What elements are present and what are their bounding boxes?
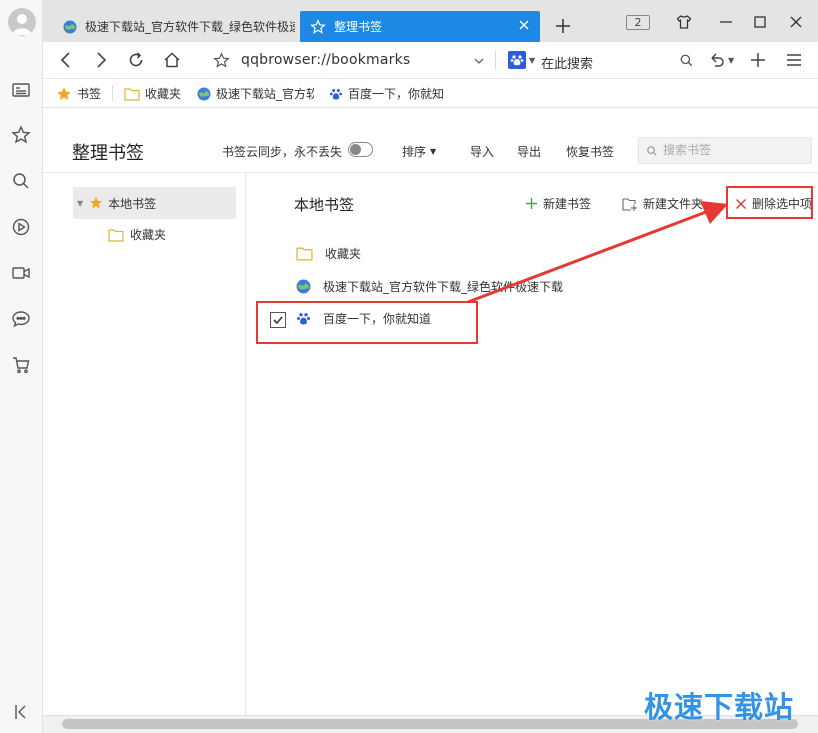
watermark: 极速下载站 [644, 690, 795, 724]
annotation-arrow [467, 201, 728, 304]
